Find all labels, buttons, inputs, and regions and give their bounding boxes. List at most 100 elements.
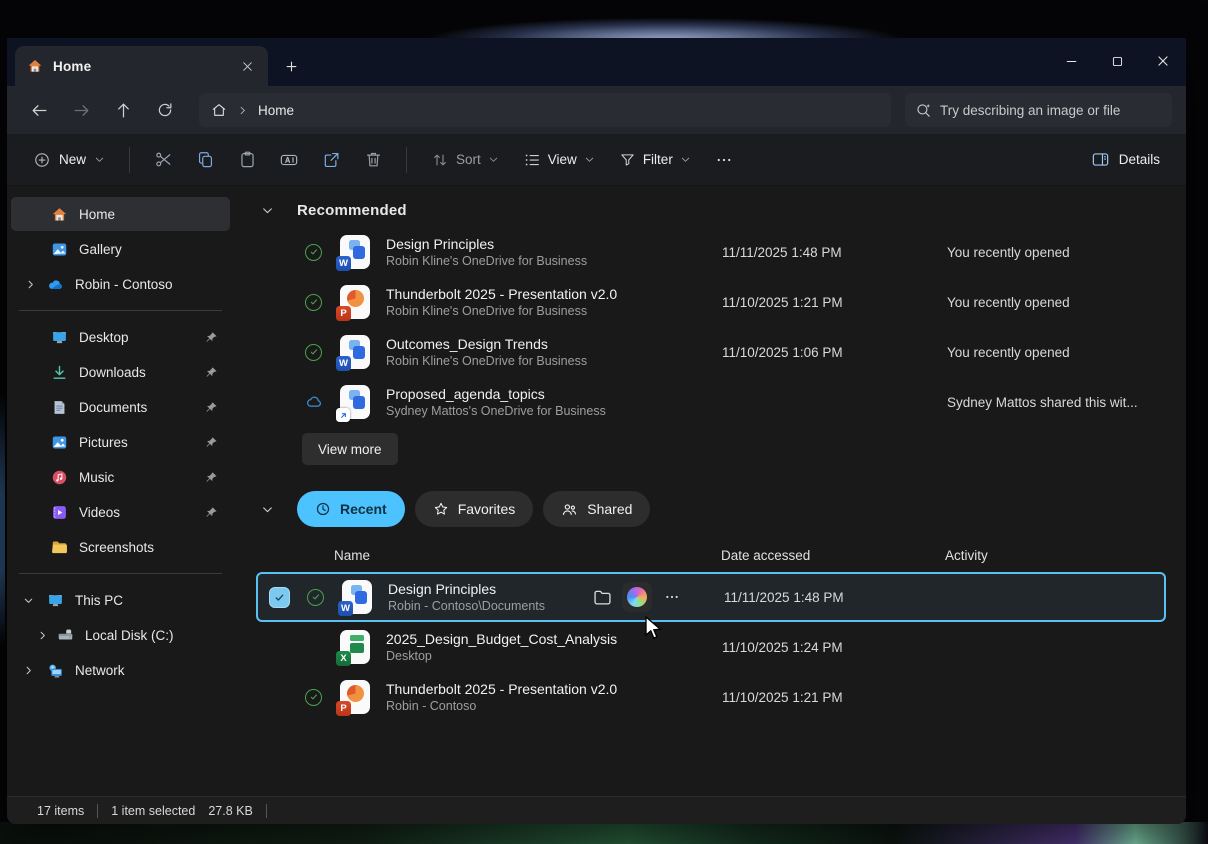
row-checkbox[interactable]	[269, 587, 290, 608]
file-activity: You recently opened	[947, 345, 1166, 360]
column-headers: Name Date accessed Activity	[256, 544, 1166, 572]
file-activity: Sydney Mattos shared this wit...	[947, 395, 1166, 410]
breadcrumb[interactable]: Home	[199, 93, 891, 127]
recommended-item[interactable]: Proposed_agenda_topicsSydney Mattos's On…	[256, 377, 1166, 427]
sidebar-item-label: Home	[79, 207, 115, 222]
details-button[interactable]: Details	[1081, 142, 1170, 178]
view-more-button[interactable]: View more	[302, 433, 398, 465]
sidebar-item-screenshots[interactable]: Screenshots	[11, 530, 230, 564]
view-button[interactable]: View	[513, 142, 605, 178]
sidebar-item-label: Pictures	[79, 435, 128, 450]
copilot-icon	[627, 587, 647, 607]
powerpoint-file-icon: P	[340, 285, 370, 319]
recommended-item[interactable]: W Outcomes_Design TrendsRobin Kline's On…	[256, 327, 1166, 377]
sidebar-item-home[interactable]: Home	[11, 197, 230, 231]
paste-button[interactable]	[228, 142, 266, 178]
maximize-button[interactable]	[1094, 38, 1140, 84]
filter-pill-label: Favorites	[458, 501, 516, 517]
command-toolbar: New Sort	[7, 134, 1186, 186]
sidebar-item-downloads[interactable]: Downloads	[11, 355, 230, 389]
people-icon	[561, 501, 578, 518]
file-row[interactable]: X 2025_Design_Budget_Cost_AnalysisDeskto…	[256, 622, 1166, 672]
open-folder-icon[interactable]	[592, 587, 613, 608]
file-date: 11/11/2025 1:48 PM	[722, 245, 947, 260]
chevron-right-icon[interactable]	[23, 665, 34, 676]
desktop-icon	[51, 329, 68, 346]
network-icon	[47, 662, 64, 679]
forward-button[interactable]	[63, 93, 99, 127]
sidebar-item-documents[interactable]: Documents	[11, 390, 230, 424]
sidebar-item-pictures[interactable]: Pictures	[11, 425, 230, 459]
delete-button[interactable]	[354, 142, 392, 178]
clock-icon	[315, 501, 331, 517]
tab-home[interactable]: Home	[15, 46, 268, 86]
recommended-item[interactable]: W Design PrinciplesRobin Kline's OneDriv…	[256, 227, 1166, 277]
recommended-title: Recommended	[297, 202, 407, 219]
breadcrumb-home-icon[interactable]	[211, 102, 227, 118]
breadcrumb-location[interactable]: Home	[258, 103, 294, 118]
up-button[interactable]	[105, 93, 141, 127]
column-header-name[interactable]: Name	[334, 548, 370, 563]
filter-pill-shared[interactable]: Shared	[543, 491, 650, 527]
sidebar-item-videos[interactable]: Videos	[11, 495, 230, 529]
sidebar-item-local-disk[interactable]: Local Disk (C:)	[11, 618, 230, 652]
cut-button[interactable]	[144, 142, 182, 178]
search-input[interactable]	[940, 103, 1162, 118]
refresh-button[interactable]	[147, 93, 183, 127]
tab-close-button[interactable]	[234, 53, 260, 79]
chevron-right-icon[interactable]	[37, 630, 48, 641]
window-controls	[1048, 38, 1186, 86]
items-count: 17 items	[37, 804, 84, 818]
copilot-button[interactable]	[622, 582, 652, 612]
sidebar-item-desktop[interactable]: Desktop	[11, 320, 230, 354]
more-options-button[interactable]	[705, 142, 743, 178]
share-button[interactable]	[312, 142, 350, 178]
pin-icon	[205, 331, 218, 344]
sort-button[interactable]: Sort	[421, 142, 509, 178]
file-row-selected[interactable]: W Design PrinciplesRobin - Contoso\Docum…	[256, 572, 1166, 622]
file-explorer-window: Home	[7, 38, 1186, 824]
file-list-area: Recommended W Design PrinciplesRobin Kli…	[234, 186, 1186, 796]
sidebar-item-onedrive[interactable]: Robin - Contoso	[11, 267, 230, 301]
sidebar-item-gallery[interactable]: Gallery	[11, 232, 230, 266]
row-more-options-button[interactable]	[661, 589, 683, 605]
filter-pill-favorites[interactable]: Favorites	[415, 491, 534, 527]
file-date: 11/10/2025 1:21 PM	[722, 690, 947, 705]
chevron-down-icon[interactable]	[261, 204, 274, 217]
file-row[interactable]: P Thunderbolt 2025 - Presentation v2.0Ro…	[256, 672, 1166, 722]
wallpaper-left-sliver	[0, 395, 5, 645]
sidebar-item-this-pc[interactable]: This PC	[11, 583, 230, 617]
pin-icon	[205, 436, 218, 449]
new-button[interactable]: New	[23, 142, 115, 178]
sidebar-item-music[interactable]: Music	[11, 460, 230, 494]
column-header-date-accessed[interactable]: Date accessed	[721, 548, 810, 563]
folder-icon	[51, 539, 68, 556]
excel-file-icon: X	[340, 630, 370, 664]
documents-icon	[51, 399, 68, 416]
minimize-button[interactable]	[1048, 38, 1094, 84]
chevron-right-icon[interactable]	[25, 279, 36, 290]
chevron-down-icon[interactable]	[23, 595, 34, 606]
word-file-icon: W	[340, 235, 370, 269]
recommended-item[interactable]: P Thunderbolt 2025 - Presentation v2.0Ro…	[256, 277, 1166, 327]
copy-button[interactable]	[186, 142, 224, 178]
search-box[interactable]	[905, 93, 1172, 127]
details-button-label: Details	[1119, 152, 1160, 167]
chevron-down-icon[interactable]	[261, 503, 274, 516]
column-header-activity[interactable]: Activity	[945, 548, 988, 563]
new-tab-button[interactable]	[274, 49, 308, 83]
new-button-label: New	[59, 152, 86, 167]
rename-button[interactable]	[270, 142, 308, 178]
filter-pill-recent[interactable]: Recent	[297, 491, 405, 527]
file-date: 11/11/2025 1:48 PM	[724, 590, 949, 605]
file-activity: You recently opened	[947, 295, 1166, 310]
sidebar-divider	[19, 310, 222, 311]
filter-button[interactable]: Filter	[609, 142, 701, 178]
word-file-icon: W	[342, 580, 372, 614]
close-button[interactable]	[1140, 38, 1186, 84]
sidebar-item-label: This PC	[75, 593, 123, 608]
file-name: Thunderbolt 2025 - Presentation v2.0	[386, 285, 722, 303]
recommended-section-header[interactable]: Recommended	[261, 202, 1166, 219]
back-button[interactable]	[21, 93, 57, 127]
sidebar-item-network[interactable]: Network	[11, 653, 230, 687]
